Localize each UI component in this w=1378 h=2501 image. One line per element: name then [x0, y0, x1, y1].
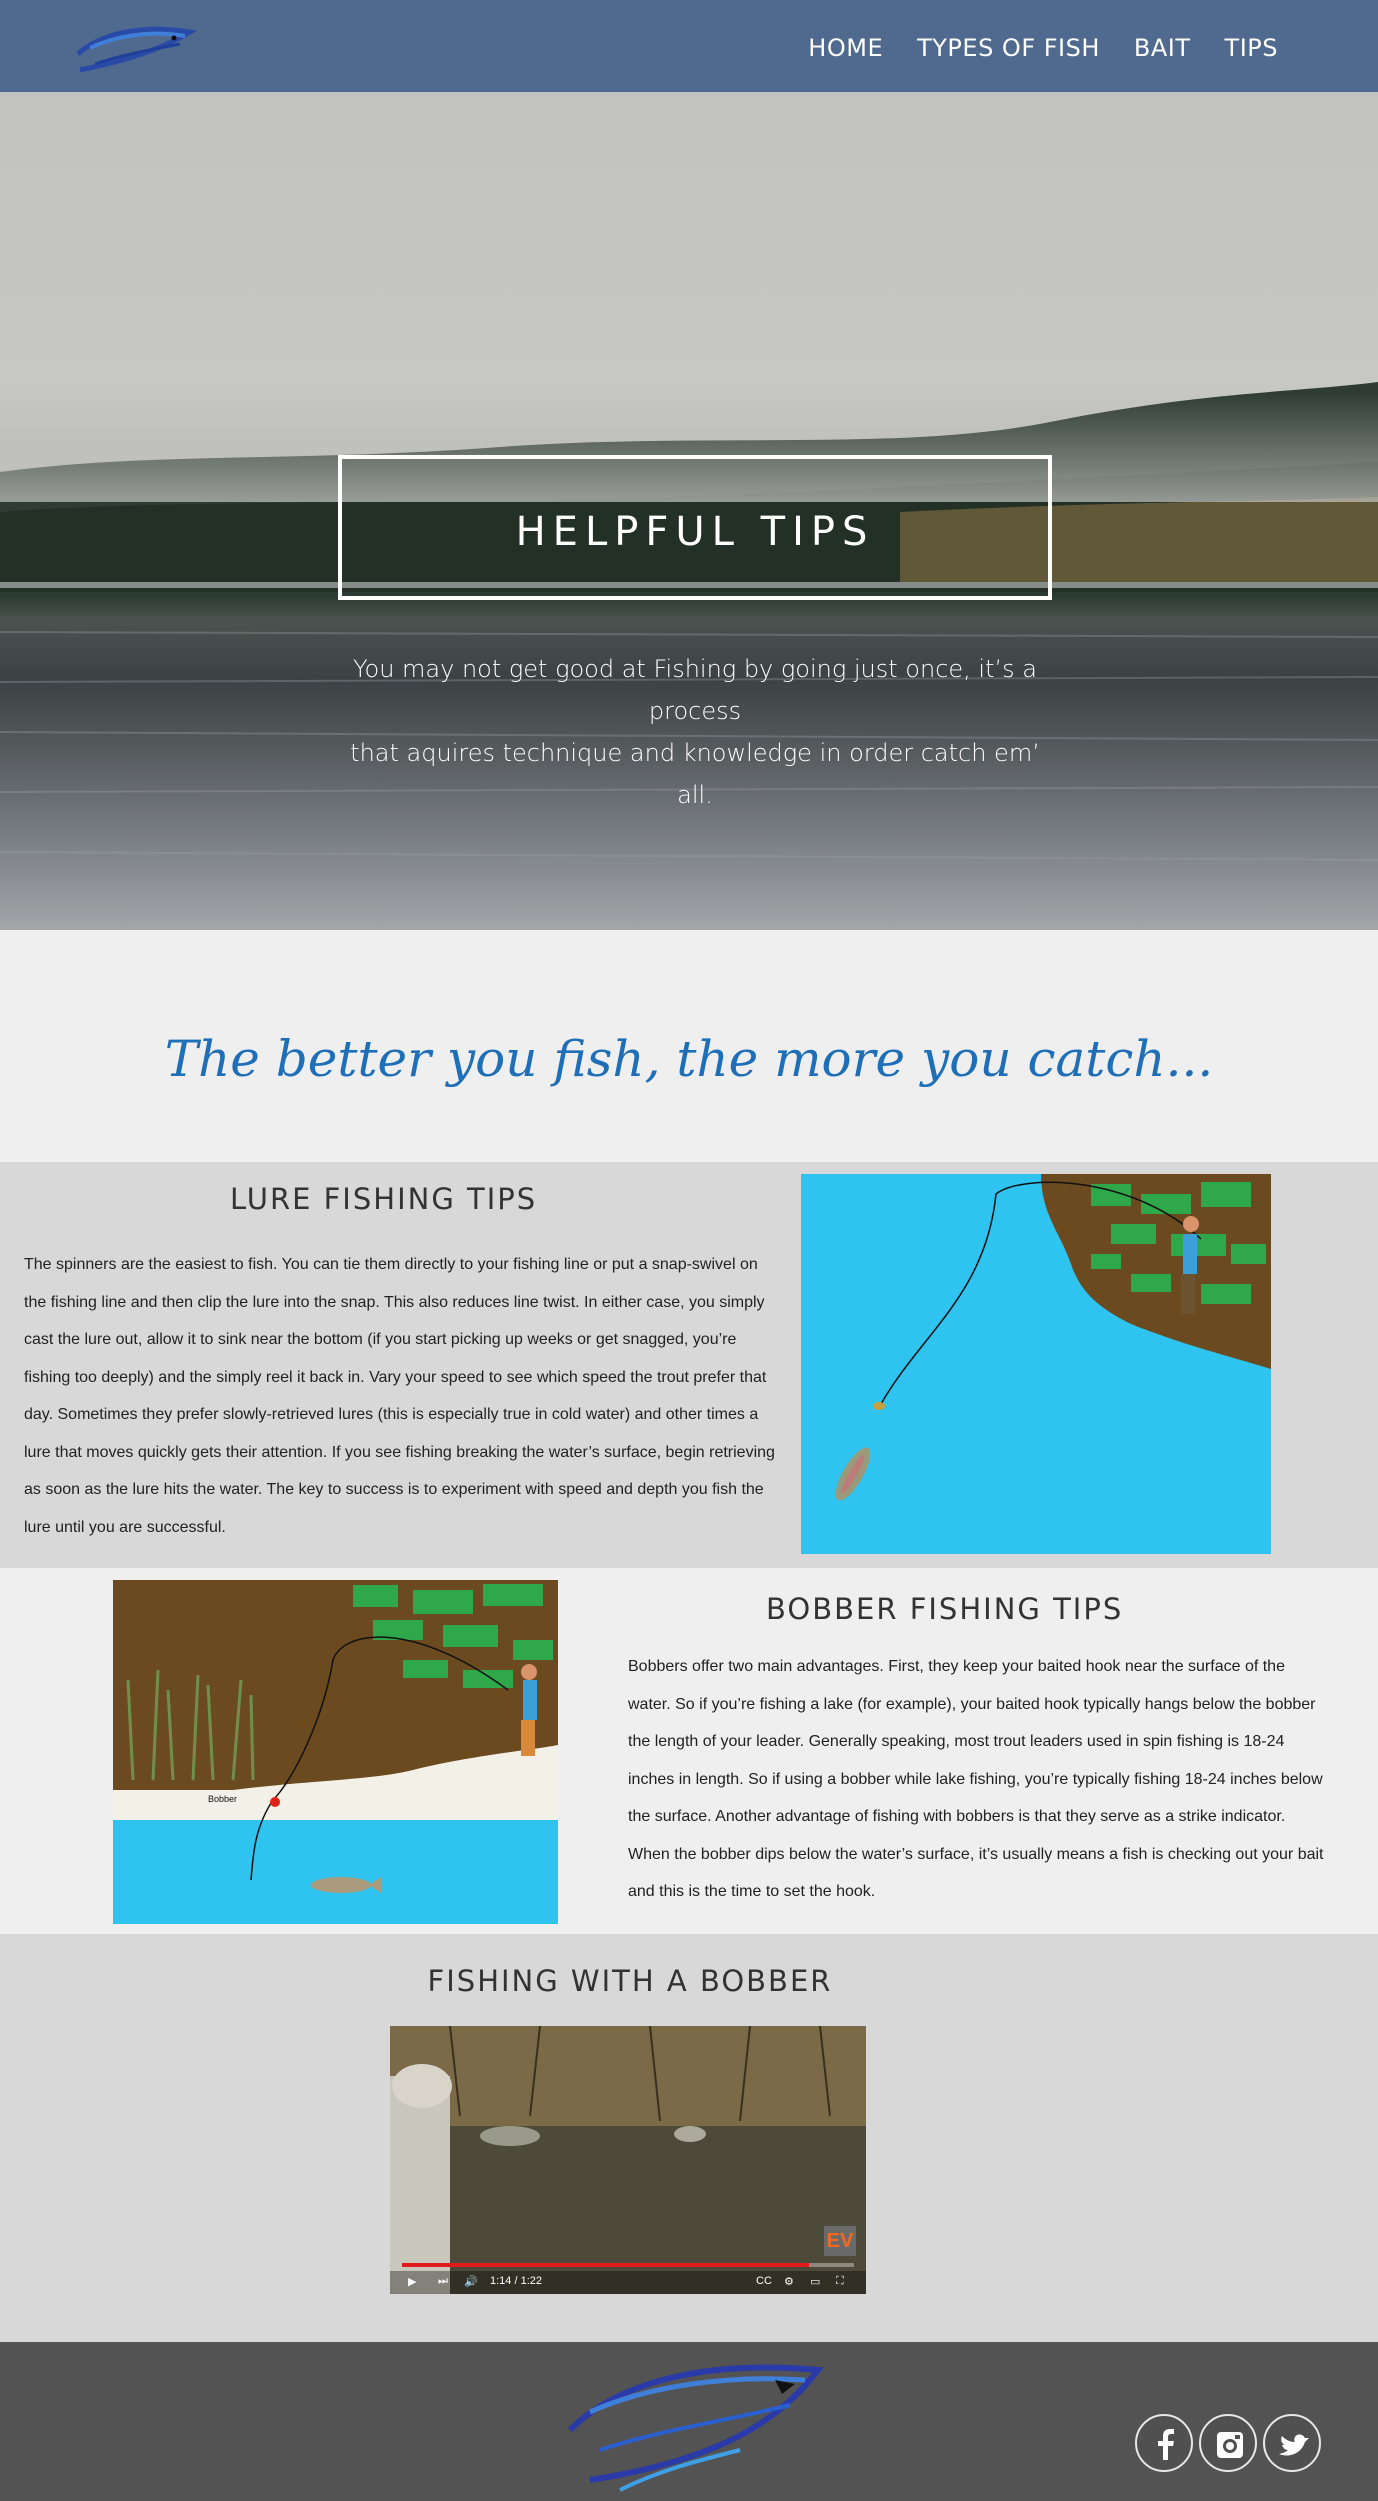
theater-icon[interactable]: ▭: [810, 2275, 820, 2288]
bobber-fishing-illustration: Bobber: [113, 1580, 558, 1924]
lure-section: LURE FISHING TIPS The spinners are the e…: [0, 1162, 1378, 1568]
hero-banner: HELPFUL TIPS You may not get good at Fis…: [0, 92, 1378, 930]
video-progress-fill: [402, 2263, 809, 2267]
lure-heading: LURE FISHING TIPS: [230, 1182, 538, 1216]
bobber-section: Bobber BOBBER FISHING TIPS Bobbers offer…: [0, 1568, 1378, 1934]
nav-home[interactable]: HOME: [808, 34, 883, 62]
bobber-heading: BOBBER FISHING TIPS: [766, 1592, 1124, 1626]
facebook-button[interactable]: [1135, 2414, 1193, 2472]
fish-logo-icon[interactable]: [70, 14, 200, 84]
volume-icon[interactable]: 🔊: [464, 2275, 478, 2288]
video-time: 1:14 / 1:22: [490, 2275, 542, 2287]
top-nav: HOME TYPES OF FISH BAIT TIPS: [0, 0, 1378, 92]
instagram-button[interactable]: [1199, 2414, 1257, 2472]
settings-icon[interactable]: ⚙: [784, 2275, 794, 2288]
captions-icon[interactable]: CC: [756, 2275, 772, 2287]
hero-subtitle-line-2: that aquires technique and knowledge in …: [350, 739, 1040, 809]
play-icon[interactable]: ▶: [408, 2275, 416, 2288]
video-thumbnail: [390, 2026, 866, 2294]
nav-types-of-fish[interactable]: TYPES OF FISH: [917, 34, 1100, 62]
twitter-icon: [1279, 2434, 1309, 2456]
footer: [0, 2342, 1378, 2501]
bobber-label: Bobber: [208, 1794, 237, 1804]
facebook-icon: [1158, 2429, 1174, 2460]
nav-menu: HOME TYPES OF FISH BAIT TIPS: [774, 34, 1278, 62]
footer-fish-logo-icon[interactable]: [560, 2350, 830, 2495]
nav-tips[interactable]: TIPS: [1225, 34, 1278, 62]
bobber-text: Bobbers offer two main advantages. First…: [628, 1658, 1324, 1900]
tagline: The better you fish, the more you catch.…: [164, 1030, 1214, 1088]
page-title: HELPFUL TIPS: [515, 509, 875, 555]
hero-title-box: HELPFUL TIPS: [338, 455, 1052, 600]
fullscreen-icon[interactable]: ⛶: [836, 2275, 844, 2288]
video-player[interactable]: EV ▶ ⏭ 🔊 1:14 / 1:22 CC ⚙ ▭ ⛶: [390, 2026, 866, 2294]
video-heading: FISHING WITH A BOBBER: [427, 1964, 833, 1998]
video-progress-bar[interactable]: [402, 2263, 854, 2267]
lure-fishing-illustration: [801, 1174, 1271, 1554]
hero-subtitle: You may not get good at Fishing by going…: [330, 648, 1060, 816]
next-icon[interactable]: ⏭: [438, 2275, 448, 2288]
video-controls: ▶ ⏭ 🔊 1:14 / 1:22 CC ⚙ ▭ ⛶: [390, 2271, 866, 2294]
instagram-icon: [1217, 2432, 1243, 2458]
twitter-button[interactable]: [1263, 2414, 1321, 2472]
channel-watermark: EV: [824, 2226, 856, 2256]
lure-text: The spinners are the easiest to fish. Yo…: [24, 1256, 775, 1536]
video-section: FISHING WITH A BOBBER EV ▶ ⏭ 🔊 1:14 / 1:…: [0, 1934, 1378, 2342]
nav-bait[interactable]: BAIT: [1134, 34, 1191, 62]
hero-subtitle-line-1: You may not get good at Fishing by going…: [353, 655, 1037, 725]
